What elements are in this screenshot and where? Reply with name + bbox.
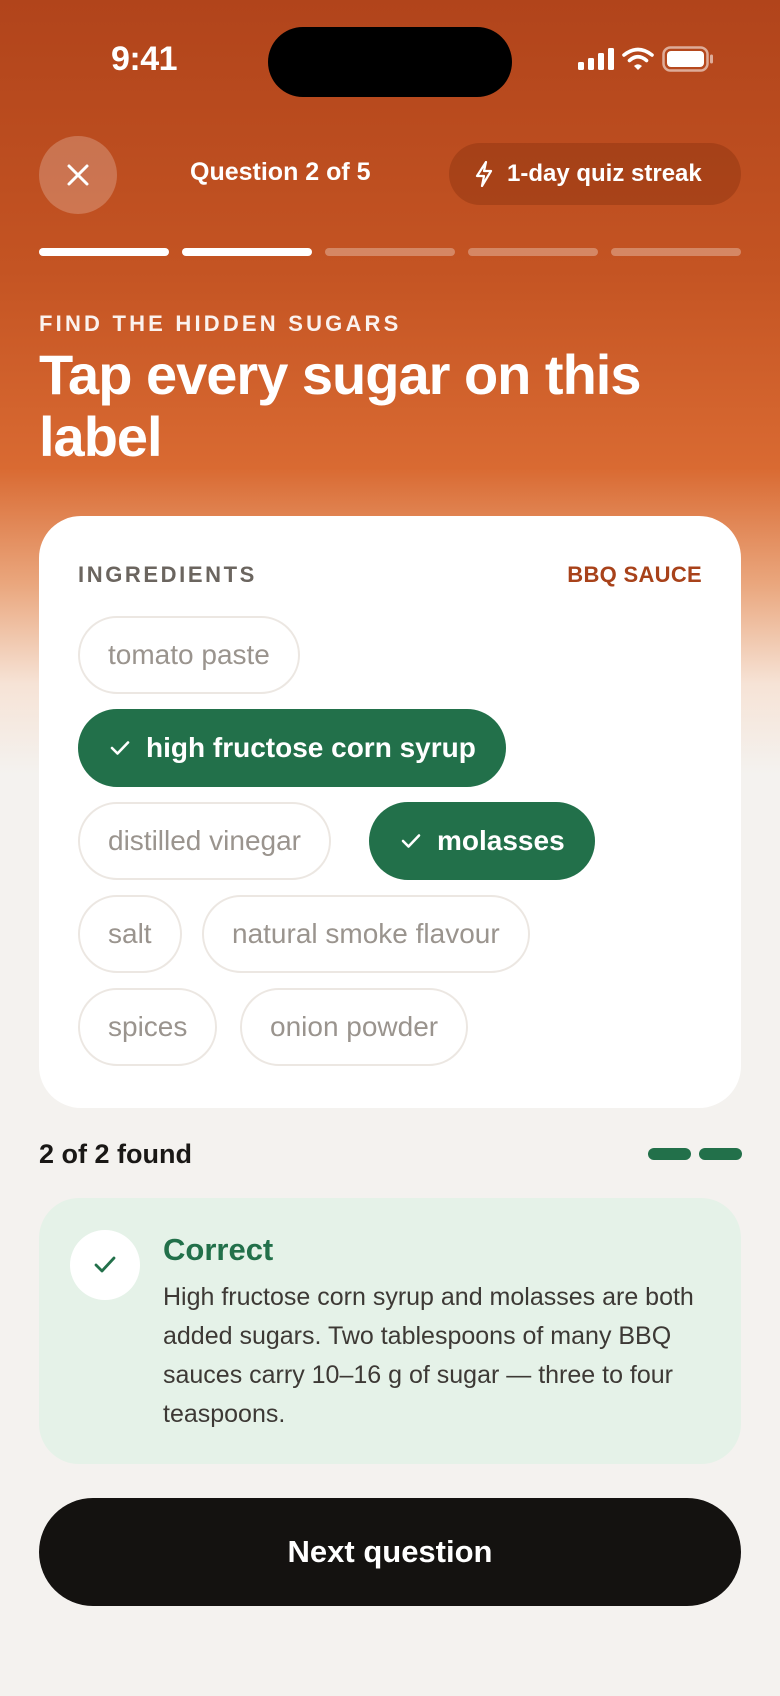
signal-icon	[578, 48, 614, 70]
dynamic-island	[268, 27, 512, 97]
ingredient-chip-label: molasses	[437, 825, 565, 856]
close-button[interactable]	[39, 136, 117, 214]
progress-segment	[468, 248, 598, 256]
found-indicator	[648, 1148, 742, 1160]
ingredient-chip-selected[interactable]: high fructose corn syrup	[78, 709, 506, 787]
ingredient-chip[interactable]: onion powder	[240, 988, 469, 1066]
feedback-panel: Correct High fructose corn syrup and mol…	[39, 1198, 741, 1464]
prompt-eyebrow: FIND THE HIDDEN SUGARS	[39, 311, 402, 336]
ingredient-chip[interactable]: distilled vinegar	[78, 802, 331, 880]
ingredient-chip-label: natural smoke flavour	[232, 918, 500, 949]
feedback-body: High fructose corn syrup and molasses ar…	[163, 1283, 694, 1428]
ingredient-chip-label: high fructose corn syrup	[146, 732, 476, 763]
ingredient-chip-label: spices	[108, 1011, 188, 1042]
ingredient-chip[interactable]: natural smoke flavour	[202, 895, 530, 973]
found-count: 2 of 2 found	[39, 1139, 192, 1169]
check-icon	[401, 833, 421, 849]
check-icon	[94, 1256, 116, 1273]
status-time: 9:41	[111, 40, 178, 78]
ingredient-chip[interactable]: salt	[78, 895, 182, 973]
status-bar: 9:41	[0, 0, 780, 120]
prompt-headline: Tap every sugar on this label	[39, 343, 641, 468]
found-dash	[699, 1148, 742, 1160]
feedback-title: Correct	[163, 1232, 274, 1267]
lightning-icon	[475, 161, 493, 187]
ingredient-chip-label: tomato paste	[108, 639, 270, 670]
wifi-icon	[622, 47, 654, 70]
question-counter: Question 2 of 5	[190, 158, 371, 186]
ingredient-chip[interactable]: tomato paste	[78, 616, 300, 694]
ingredient-chip[interactable]: spices	[78, 988, 218, 1066]
battery-icon	[662, 46, 713, 72]
close-icon	[67, 164, 89, 186]
ingredient-chip-label: distilled vinegar	[108, 825, 301, 856]
progress-segment	[182, 248, 312, 256]
product-name: BBQ SAUCE	[567, 562, 702, 587]
progress-segment	[611, 248, 741, 256]
check-icon	[110, 740, 130, 756]
ingredient-chip-selected[interactable]: molasses	[369, 802, 595, 880]
streak-badge[interactable]: 1-day quiz streak	[449, 143, 741, 205]
ingredients-card: INGREDIENTS BBQ SAUCE tomato paste high …	[39, 516, 741, 1108]
found-dash	[648, 1148, 691, 1160]
feedback-check-badge	[70, 1230, 140, 1300]
next-question-button[interactable]: Next question	[39, 1498, 741, 1606]
ingredients-label: INGREDIENTS	[78, 562, 257, 587]
ingredient-chip-label: onion powder	[270, 1011, 439, 1042]
ingredient-chip-label: salt	[108, 918, 152, 949]
streak-label: 1-day quiz streak	[507, 160, 702, 187]
quiz-progress-bar	[39, 248, 741, 256]
progress-segment	[325, 248, 455, 256]
status-icons	[578, 46, 714, 72]
progress-segment	[39, 248, 169, 256]
